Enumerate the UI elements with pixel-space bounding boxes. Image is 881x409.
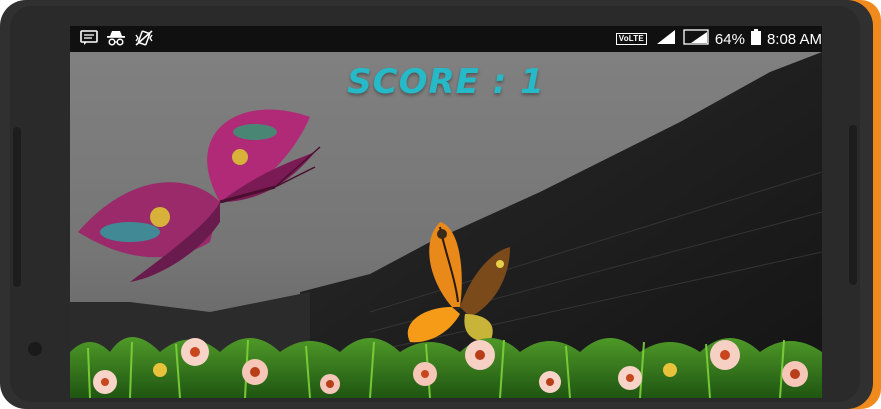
phone-frame: VoLTE 64% 8:08 AM SCORE: 1 — [0, 0, 873, 409]
status-icons-right: VoLTE 64% 8:08 AM — [615, 29, 822, 49]
volte-badge: VoLTE — [615, 33, 647, 45]
signal-sim2-icon — [683, 29, 709, 49]
incognito-icon — [106, 30, 126, 49]
status-icons-left — [80, 30, 154, 49]
game-area[interactable]: SCORE : 1 — [70, 52, 822, 398]
clock: 8:08 AM — [766, 30, 822, 48]
phone-screen: VoLTE 64% 8:08 AM SCORE: 1 — [70, 26, 822, 398]
no-vibrate-icon — [134, 30, 154, 49]
camera-dot — [28, 342, 42, 356]
score-label: SCORE : 1 — [347, 62, 545, 102]
battery-percent: 64% — [714, 30, 745, 48]
status-bar: VoLTE 64% 8:08 AM — [70, 26, 822, 52]
message-icon — [80, 30, 98, 49]
battery-icon — [750, 29, 761, 49]
game-scene — [70, 52, 822, 398]
speaker-left — [13, 127, 21, 287]
signal-sim1-icon — [653, 29, 677, 49]
speaker-right — [849, 125, 857, 285]
